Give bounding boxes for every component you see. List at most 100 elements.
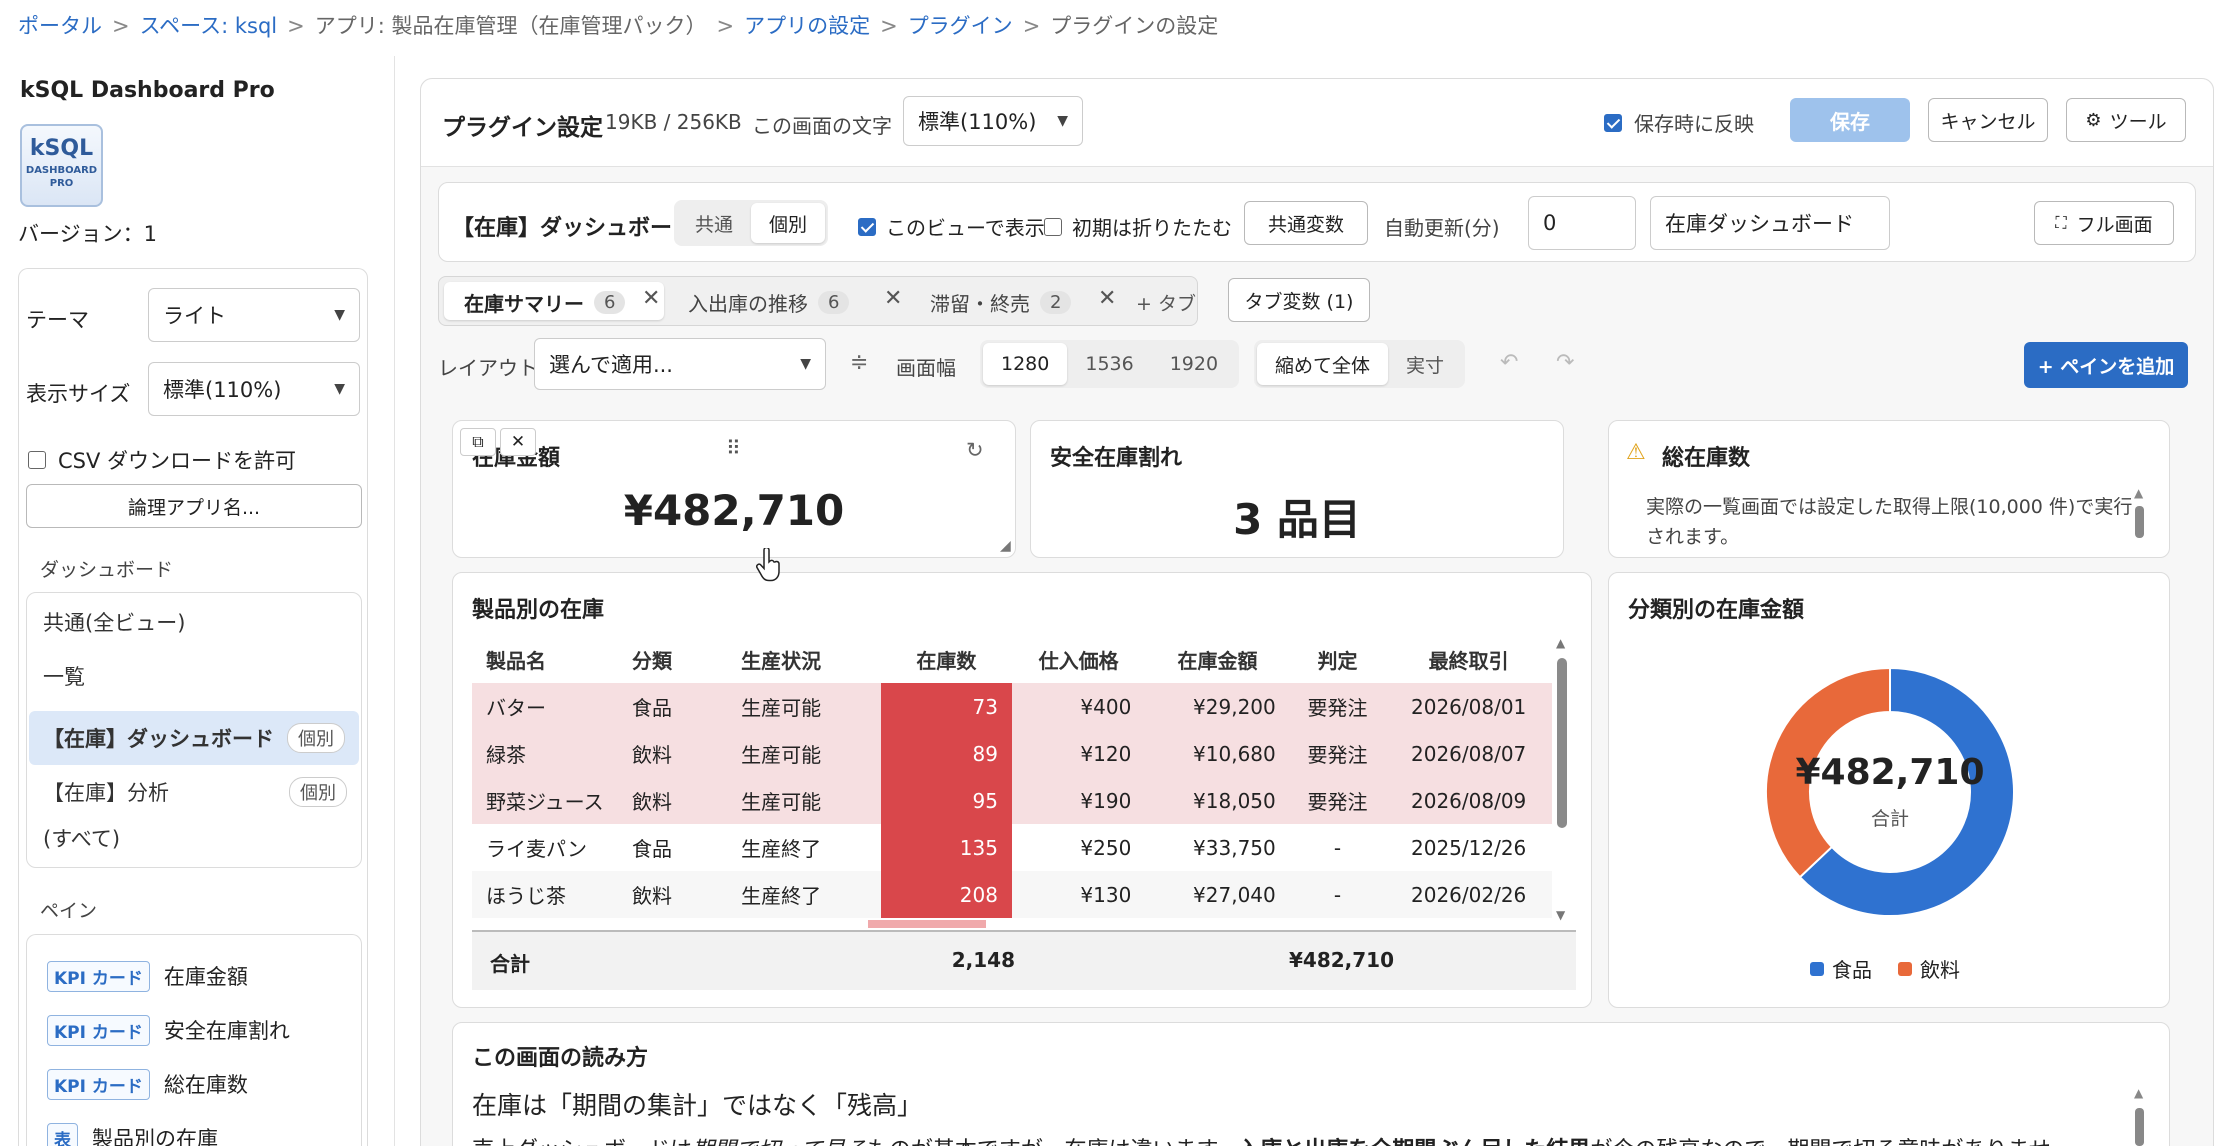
collapse-option[interactable]: 初期は折りたたむ [1044, 212, 1232, 241]
reflect-on-save[interactable]: 保存時に反映 [1604, 108, 1754, 137]
dashboard-item-common[interactable]: 共通(全ビュー) [27, 603, 361, 641]
readme-strong: 入庫と出庫を全期間ぶん足した結果 [1238, 1138, 1590, 1146]
legend-swatch [1810, 961, 1824, 976]
font-size-select[interactable]: 標準(110%) ▼ [903, 96, 1083, 146]
column-header[interactable]: 判定 [1290, 636, 1386, 683]
width-option[interactable]: 1920 [1152, 343, 1236, 385]
csv-option[interactable]: CSV ダウンロードを許可 [28, 445, 296, 475]
fit-option[interactable]: 縮めて全体 [1257, 343, 1389, 385]
undo-icon[interactable]: ↶ [1500, 350, 1518, 375]
table-row[interactable]: ライ麦パン 食品 生産終了 135 ¥250 ¥33,750 - 2025/12/26 [472, 824, 1552, 871]
display-size-select[interactable]: 標準(110%) ▼ [148, 362, 360, 416]
table-row[interactable]: ほうじ茶 飲料 生産終了 208 ¥130 ¥27,040-2026/02/26 [472, 871, 1552, 918]
scroll-down-icon[interactable]: ▼ [1556, 908, 1565, 922]
cell-product: 野菜ジュース [472, 777, 632, 824]
column-header[interactable]: 在庫金額 [1145, 636, 1289, 683]
tab-inventory-summary[interactable]: 在庫サマリー 6 [464, 288, 626, 317]
tools-button[interactable]: ⚙ ツール [2066, 98, 2186, 142]
cell-price: ¥190 [1011, 777, 1146, 824]
redo-icon[interactable]: ↷ [1556, 350, 1574, 375]
pane-item[interactable]: KPI カード 在庫金額 [27, 949, 361, 1003]
breadcrumb: ポータル > スペース: ksql > アプリ: 製品在庫管理（在庫管理パック） > アプリ… [18, 10, 1218, 40]
cell-judgement: 要発注 [1289, 683, 1386, 730]
breadcrumb-app-settings[interactable]: アプリの設定 [744, 14, 870, 38]
legend-item[interactable]: 食品 [1810, 954, 1872, 983]
save-button[interactable]: 保存 [1790, 98, 1910, 142]
breadcrumb-current: プラグインの設定 [1050, 14, 1219, 38]
resize-handle-icon[interactable]: ◢ [1000, 538, 1011, 554]
pane-item[interactable]: KPI カード 安全在庫割れ [27, 1003, 361, 1057]
width-option[interactable]: 1280 [983, 343, 1068, 385]
width-option[interactable]: 1536 [1067, 343, 1151, 385]
copy-icon[interactable]: ⧉ [460, 428, 496, 456]
cell-status: 生産可能 [723, 777, 881, 824]
refresh-icon[interactable]: ↻ [966, 438, 984, 462]
dashboard-title-input[interactable]: 在庫ダッシュボード [1650, 196, 1890, 250]
scope-common[interactable]: 共通 [677, 203, 751, 243]
readme-subtitle: 在庫は「期間の集計」ではなく「残高」 [472, 1091, 923, 1120]
logical-app-name-button[interactable]: 論理アプリ名... [26, 484, 362, 528]
version-label: バージョン：1 [18, 222, 157, 246]
cell-category: 飲料 [632, 777, 724, 824]
scroll-up-icon[interactable]: ▲ [2134, 1086, 2143, 1100]
scrollbar-thumb[interactable] [2135, 1108, 2144, 1146]
table-row[interactable]: 野菜ジュース 飲料 生産可能 95 ¥190 ¥18,050 要発注 2026/08/09 [472, 777, 1552, 824]
total-label: 合計 [490, 952, 530, 976]
fullscreen-button[interactable]: ⛶ フル画面 [2034, 201, 2174, 245]
column-header[interactable]: 最終取引 [1385, 636, 1552, 683]
scroll-up-icon[interactable]: ▲ [2134, 486, 2143, 500]
close-icon[interactable]: ✕ [500, 428, 536, 456]
scrollbar-thumb[interactable] [2135, 506, 2144, 538]
compress-icon[interactable]: ≑ [850, 350, 868, 375]
column-header[interactable]: 製品名 [472, 636, 632, 683]
close-icon[interactable]: ✕ [884, 286, 902, 311]
show-in-view-option[interactable]: このビューで表示 [858, 212, 1045, 241]
column-header[interactable]: 仕入価格 [1012, 636, 1145, 683]
dashboard-item-list[interactable]: 一覧 [27, 657, 361, 695]
cell-category: 飲料 [632, 730, 724, 777]
chevron-down-icon: ▼ [800, 356, 811, 372]
column-header[interactable]: 分類 [632, 636, 723, 683]
pane-item[interactable]: 表製品別の在庫 [27, 1111, 361, 1146]
common-vars-button[interactable]: 共通変数 [1244, 201, 1368, 245]
collapse-checkbox[interactable] [1044, 217, 1062, 236]
pane-item[interactable]: KPI カード 総在庫数 [27, 1057, 361, 1111]
table-row[interactable]: 緑茶 飲料 生産可能 89 ¥120 ¥10,680 要発注 2026/08/07 [472, 730, 1552, 777]
theme-select[interactable]: ライト ▼ [148, 288, 360, 342]
dashboard-item-inventory[interactable]: 【在庫】ダッシュボード 個別 [29, 711, 359, 765]
breadcrumb-plugin[interactable]: プラグイン [908, 14, 1013, 38]
tab-vars-button[interactable]: タブ変数 (1) [1228, 278, 1370, 322]
tab-in-out-trend[interactable]: 入出庫の推移 6 [688, 288, 850, 317]
table-row[interactable]: バター 食品 生産可能 73 ¥400 ¥29,200 要発注 2026/08/01 [472, 683, 1552, 730]
dashboard-item-analysis[interactable]: 【在庫】分析 個別 [27, 765, 361, 819]
layout-select[interactable]: 選んで適用... ▼ [534, 338, 826, 390]
individual-badge: 個別 [289, 777, 347, 807]
column-header[interactable]: 生産状況 [723, 636, 881, 683]
scroll-up-icon[interactable]: ▲ [1556, 636, 1565, 650]
csv-checkbox[interactable] [28, 451, 46, 469]
add-pane-button[interactable]: + ペインを追加 [2024, 342, 2188, 388]
show-in-view-checkbox[interactable] [858, 217, 876, 236]
scrollbar-thumb[interactable] [1557, 658, 1567, 828]
column-header[interactable]: 在庫数 [881, 636, 1012, 683]
reflect-checkbox[interactable] [1604, 113, 1622, 132]
close-icon[interactable]: ✕ [642, 286, 660, 311]
auto-refresh-input[interactable]: 0 [1528, 196, 1636, 250]
legend-swatch [1898, 961, 1912, 976]
breadcrumb-space[interactable]: スペース: ksql [140, 14, 278, 38]
readme-card [452, 1022, 2170, 1146]
donut-legend: 食品 飲料 [1810, 954, 1960, 983]
scope-individual[interactable]: 個別 [751, 203, 826, 243]
show-in-view-label: このビューで表示 [886, 216, 1045, 240]
cancel-button[interactable]: キャンセル [1928, 98, 2048, 142]
dashboard-item-all[interactable]: (すべて) [27, 819, 361, 857]
legend-item[interactable]: 飲料 [1898, 954, 1960, 983]
breadcrumb-portal[interactable]: ポータル [18, 14, 102, 38]
tab-stagnant[interactable]: 滞留・終売 2 [930, 288, 1072, 317]
actual-size-option[interactable]: 実寸 [1388, 343, 1462, 385]
add-tab-button[interactable]: + タブ [1136, 289, 1196, 316]
close-icon[interactable]: ✕ [1098, 286, 1116, 311]
dashboard-list: 共通(全ビュー) 一覧 【在庫】ダッシュボード 個別 【在庫】分析 個別 (すべて) [26, 592, 362, 868]
pane-type-tag: 表 [47, 1122, 78, 1146]
drag-handle-icon[interactable]: ⠿ [726, 436, 741, 460]
